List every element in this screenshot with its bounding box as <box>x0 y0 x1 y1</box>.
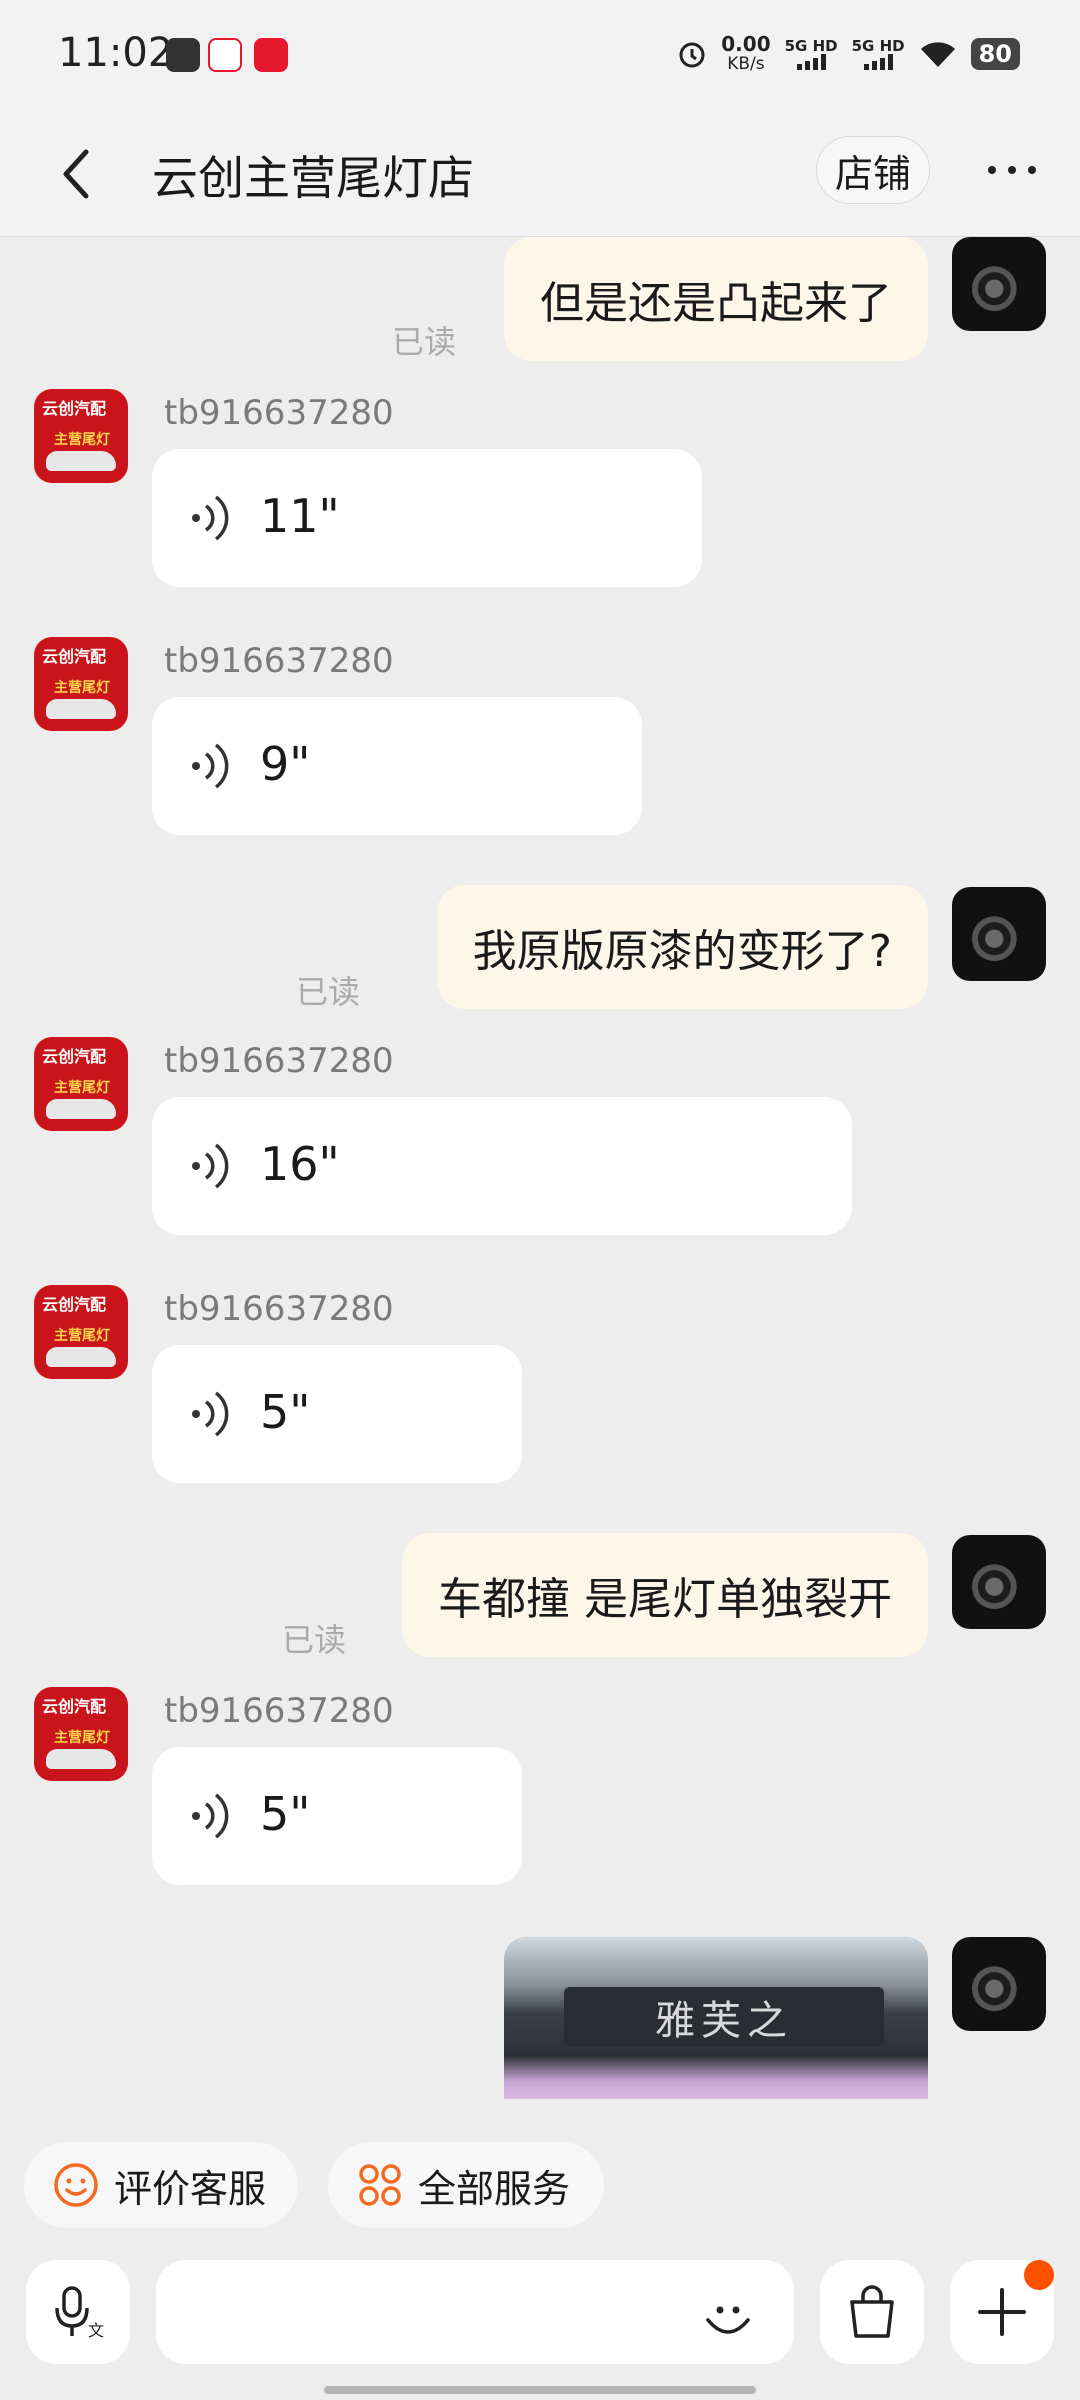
weibo-app-icon <box>208 38 242 72</box>
sender-username: tb916637280 <box>164 1289 394 1329</box>
shop-avatar[interactable]: 云创汽配 主营尾灯 <box>34 1037 128 1131</box>
my-avatar[interactable] <box>952 1937 1046 2031</box>
voice-message[interactable]: 16" <box>152 1097 852 1235</box>
image-storefront-sign: 雅芙之 <box>564 1987 884 2047</box>
voice-wave-icon <box>192 743 229 789</box>
grid-icon <box>359 2164 401 2206</box>
read-receipt: 已读 <box>282 1621 347 1659</box>
sender-username: tb916637280 <box>164 1691 394 1731</box>
message-app-icon <box>166 38 200 72</box>
my-avatar[interactable] <box>952 237 1046 331</box>
all-services-button[interactable]: 全部服务 <box>328 2142 604 2228</box>
status-bar: 11:02 0.00 KB/s 5G HD 5G HD 80 <box>0 0 1080 112</box>
voice-duration: 5" <box>260 1385 311 1439</box>
back-arrow-icon[interactable] <box>56 146 104 202</box>
voice-message[interactable]: 11" <box>152 449 702 587</box>
chat-title: 云创主营尾灯店 <box>152 151 474 205</box>
sender-username: tb916637280 <box>164 641 394 681</box>
voice-duration: 11" <box>260 489 340 543</box>
rate-service-label: 评价客服 <box>114 2166 267 2211</box>
sent-message[interactable]: 但是还是凸起来了 <box>504 237 928 361</box>
read-receipt: 已读 <box>296 973 361 1011</box>
message-input[interactable] <box>156 2260 794 2364</box>
sender-username: tb916637280 <box>164 1041 394 1081</box>
image-message[interactable]: 雅芙之 <box>504 1937 928 2099</box>
taobao-app-icon <box>254 38 288 72</box>
smile-icon <box>54 2163 98 2207</box>
shopping-bag-icon <box>850 2285 894 2338</box>
signal-sim1: 5G HD <box>785 38 838 70</box>
voice-wave-icon <box>192 1143 229 1189</box>
notification-dot <box>1024 2260 1054 2290</box>
voice-duration: 16" <box>260 1137 340 1191</box>
sent-message[interactable]: 我原版原漆的变形了? <box>436 885 928 1009</box>
chat-messages[interactable]: 但是还是凸起来了 已读 云创汽配 主营尾灯 tb916637280 11" 云创汽… <box>0 237 1080 2099</box>
shop-avatar[interactable]: 云创汽配 主营尾灯 <box>34 389 128 483</box>
my-avatar[interactable] <box>952 1535 1046 1629</box>
chat-header: 云创主营尾灯店 店铺 <box>0 112 1080 237</box>
my-avatar[interactable] <box>952 887 1046 981</box>
alarm-icon <box>679 42 705 68</box>
microphone-icon: 文 <box>55 2286 104 2340</box>
signal-sim2: 5G HD <box>852 38 905 70</box>
voice-wave-icon <box>192 1391 229 1437</box>
shop-avatar[interactable]: 云创汽配 主营尾灯 <box>34 1285 128 1379</box>
status-time: 11:02 <box>58 30 174 76</box>
svg-text:文: 文 <box>88 2321 104 2340</box>
more-options-icon[interactable] <box>988 166 1036 174</box>
network-speed: 0.00 KB/s <box>721 32 771 74</box>
shop-button[interactable]: 店铺 <box>816 136 930 204</box>
voice-message[interactable]: 9" <box>152 697 642 835</box>
input-bar: 文 <box>0 2240 1080 2400</box>
all-services-label: 全部服务 <box>418 2166 571 2211</box>
sent-message[interactable]: 车都撞 是尾灯单独裂开 <box>402 1533 928 1657</box>
rate-service-button[interactable]: 评价客服 <box>24 2142 298 2228</box>
emoji-icon[interactable] <box>700 2288 756 2344</box>
battery-indicator: 80 <box>970 38 1020 70</box>
plus-icon <box>978 2288 1026 2336</box>
shop-avatar[interactable]: 云创汽配 主营尾灯 <box>34 1687 128 1781</box>
sender-username: tb916637280 <box>164 393 394 433</box>
wifi-icon <box>920 42 955 67</box>
voice-message[interactable]: 5" <box>152 1345 522 1483</box>
voice-message[interactable]: 5" <box>152 1747 522 1885</box>
shop-avatar[interactable]: 云创汽配 主营尾灯 <box>34 637 128 731</box>
shopping-bag-button[interactable] <box>820 2260 924 2364</box>
voice-duration: 5" <box>260 1787 311 1841</box>
home-indicator[interactable] <box>324 2386 756 2394</box>
read-receipt: 已读 <box>392 323 457 361</box>
voice-input-button[interactable]: 文 <box>26 2260 130 2364</box>
voice-wave-icon <box>192 495 229 541</box>
voice-duration: 9" <box>260 737 311 791</box>
voice-wave-icon <box>192 1793 229 1839</box>
